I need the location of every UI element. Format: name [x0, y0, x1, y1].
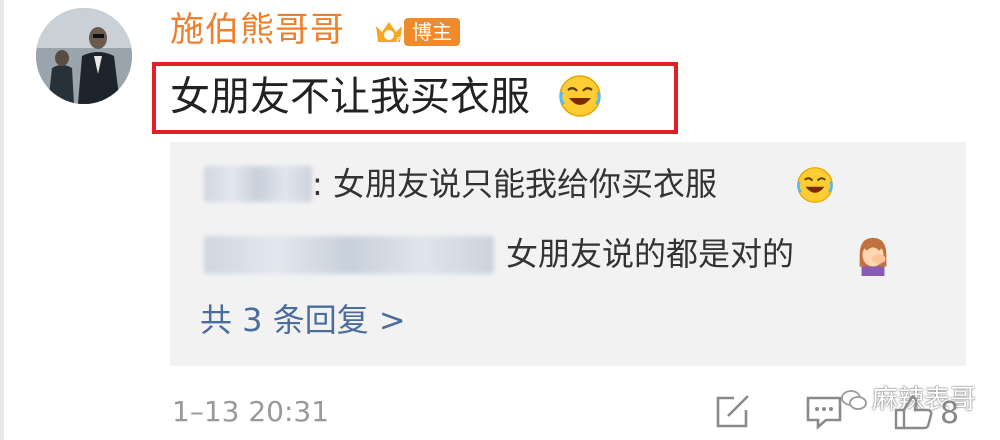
laughing-crying-emoji-icon: [797, 167, 833, 203]
timestamp: 1–13 20:31: [172, 395, 330, 428]
username[interactable]: 施伯熊哥哥: [170, 8, 345, 52]
svg-text:6: 6: [396, 36, 402, 47]
avatar[interactable]: [36, 8, 132, 104]
share-icon[interactable]: [712, 394, 752, 430]
more-replies-link[interactable]: 共 3 条回复 >: [200, 298, 406, 342]
vip-crown-icon: 6: [376, 22, 402, 47]
like-icon[interactable]: [892, 394, 936, 430]
wechat-icon: [841, 390, 867, 410]
laughing-crying-emoji-icon: [559, 75, 601, 117]
blurred-username: [204, 166, 312, 202]
like-count: 8: [940, 396, 960, 431]
blogger-badge: 博主: [404, 18, 460, 46]
comment-text: 女朋友不让我买衣服: [170, 74, 530, 120]
reply-text-1: : 女朋友说只能我给你买衣服: [312, 165, 717, 203]
comment-icon[interactable]: [804, 394, 844, 430]
left-edge-divider: [0, 0, 4, 440]
reply-text-2: 女朋友说的都是对的: [506, 235, 795, 273]
avatar-photo: [36, 8, 132, 104]
blurred-username: [204, 236, 494, 274]
facepalm-woman-emoji-icon: [859, 237, 887, 276]
